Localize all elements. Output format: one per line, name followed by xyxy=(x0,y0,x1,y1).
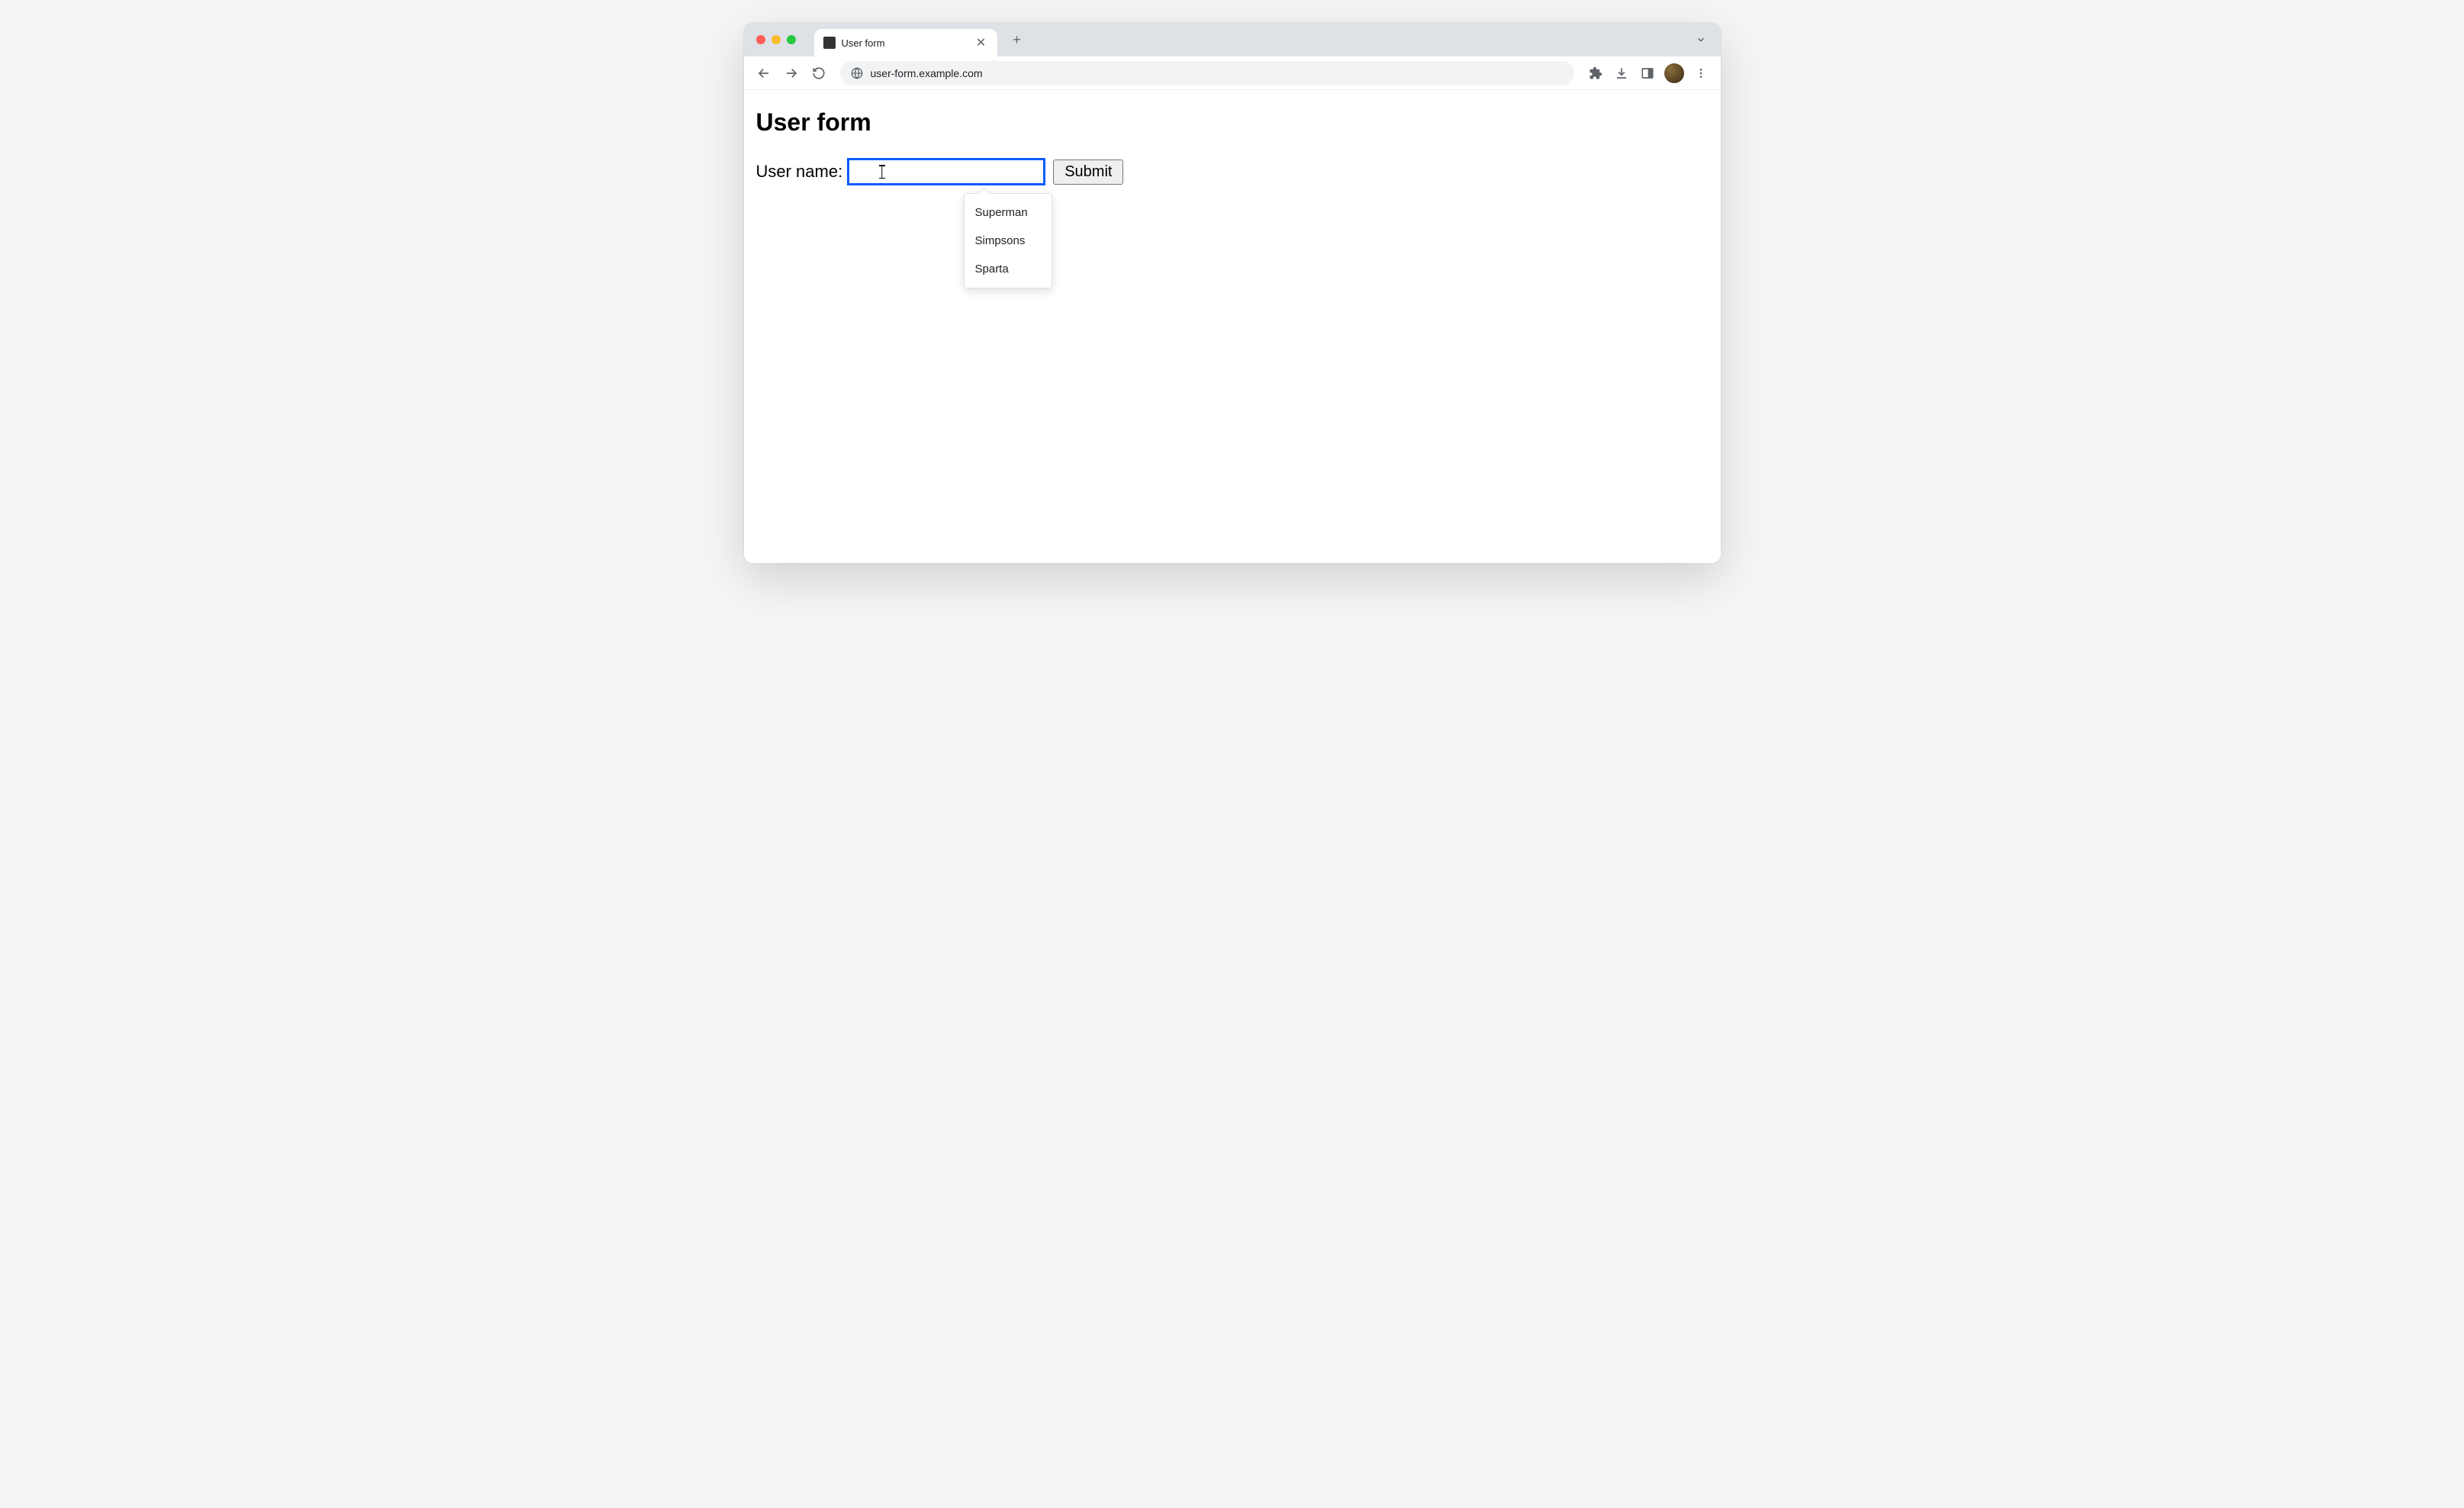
url-text: user-form.example.com xyxy=(871,67,983,79)
globe-icon xyxy=(851,67,863,79)
puzzle-icon xyxy=(1589,66,1602,80)
browser-window: User form ✕ + xyxy=(744,23,1721,563)
window-controls xyxy=(756,35,796,44)
sidepanel-button[interactable] xyxy=(1635,61,1660,85)
autocomplete-option[interactable]: Sparta xyxy=(965,255,1052,283)
autocomplete-dropdown: Superman Simpsons Sparta xyxy=(964,193,1052,288)
profile-avatar[interactable] xyxy=(1664,63,1684,83)
username-label: User name: xyxy=(756,162,843,182)
username-input[interactable] xyxy=(847,158,1045,185)
reload-icon xyxy=(812,66,826,80)
page-content: User form User name: Submit Superman Sim… xyxy=(744,90,1721,563)
submit-button[interactable]: Submit xyxy=(1053,160,1123,185)
address-bar[interactable]: user-form.example.com xyxy=(840,61,1574,85)
browser-toolbar: user-form.example.com xyxy=(744,56,1721,90)
user-form-row: User name: Submit Superman Simpsons Spar… xyxy=(756,158,1709,185)
autocomplete-option[interactable]: Superman xyxy=(965,198,1052,227)
new-tab-button[interactable]: + xyxy=(1007,29,1028,50)
kebab-menu-icon xyxy=(1695,67,1707,79)
arrow-right-icon xyxy=(784,66,798,80)
tab-favicon-icon xyxy=(823,37,836,49)
menu-button[interactable] xyxy=(1689,61,1713,85)
panel-icon xyxy=(1641,66,1654,80)
extensions-button[interactable] xyxy=(1583,61,1608,85)
tabs-dropdown-button[interactable] xyxy=(1690,29,1712,50)
browser-tab[interactable]: User form ✕ xyxy=(814,29,997,56)
window-minimize-button[interactable] xyxy=(771,35,781,44)
download-icon xyxy=(1615,66,1628,80)
window-close-button[interactable] xyxy=(756,35,765,44)
page-title: User form xyxy=(756,108,1709,137)
autocomplete-option[interactable]: Simpsons xyxy=(965,227,1052,255)
tab-close-icon[interactable]: ✕ xyxy=(974,36,988,50)
toolbar-right xyxy=(1583,61,1713,85)
tab-title: User form xyxy=(842,37,968,49)
window-maximize-button[interactable] xyxy=(787,35,796,44)
downloads-button[interactable] xyxy=(1609,61,1634,85)
back-button[interactable] xyxy=(752,61,776,85)
browser-chrome: User form ✕ + xyxy=(744,23,1721,90)
tab-bar: User form ✕ + xyxy=(744,23,1721,56)
reload-button[interactable] xyxy=(807,61,831,85)
forward-button[interactable] xyxy=(779,61,804,85)
arrow-left-icon xyxy=(757,66,771,80)
